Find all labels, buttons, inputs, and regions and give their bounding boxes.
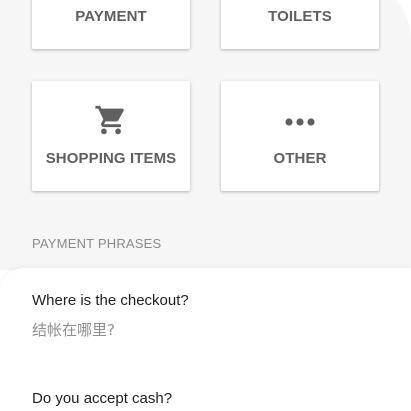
phrase-item[interactable]: Do you accept cash? xyxy=(32,390,172,407)
phrase-translation: 结帐在哪里? xyxy=(32,321,115,339)
cart-icon xyxy=(32,103,190,137)
phrase-english: Do you accept cash? xyxy=(32,390,173,407)
phrasebook-screen: PAYMENT TOILETS SHOPPING ITEMS OTHER PAY… xyxy=(0,0,411,411)
category-card-shopping-items[interactable]: SHOPPING ITEMS xyxy=(32,81,190,191)
more-dots-icon xyxy=(221,117,379,127)
phrase-english: Where is the checkout? xyxy=(32,292,189,309)
category-label-other: OTHER xyxy=(273,150,327,167)
section-title: PAYMENT PHRASES xyxy=(32,236,162,251)
phrase-item[interactable]: Where is the checkout? 结帐在哪里? xyxy=(32,292,189,340)
category-label-toilets: TOILETS xyxy=(268,8,332,25)
phrase-list: Where is the checkout? 结帐在哪里? Do you acc… xyxy=(0,268,411,411)
category-label-payment: PAYMENT xyxy=(75,8,147,25)
category-card-toilets[interactable]: TOILETS xyxy=(221,0,379,49)
category-card-other[interactable]: OTHER xyxy=(221,81,379,191)
category-card-payment[interactable]: PAYMENT xyxy=(32,0,190,49)
category-label-shopping-items: SHOPPING ITEMS xyxy=(45,150,177,167)
